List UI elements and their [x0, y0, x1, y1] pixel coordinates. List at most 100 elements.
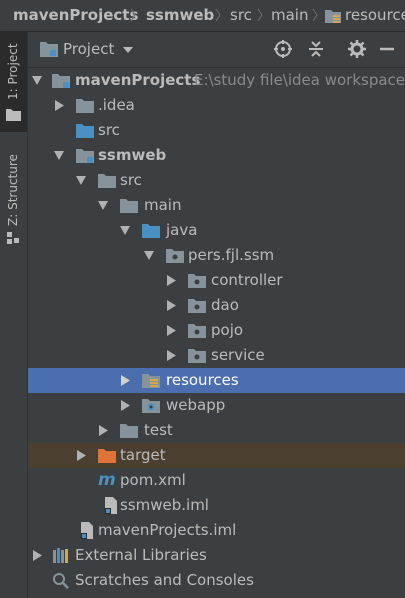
tree-node-java[interactable]: java: [28, 218, 405, 243]
expand-arrow-icon[interactable]: [98, 200, 108, 211]
tree-label: service: [211, 346, 265, 364]
expand-arrow-icon[interactable]: [54, 150, 64, 161]
tree-node-ssmweb[interactable]: ssmweb: [28, 143, 405, 168]
collapse-arrow-icon[interactable]: [98, 425, 108, 436]
tree-label: controller: [211, 271, 283, 289]
tree-label: mavenProjects: [75, 71, 201, 89]
tree-node-controller[interactable]: controller: [28, 268, 405, 293]
tree-label: target: [120, 446, 166, 464]
tree-node-resources[interactable]: resources: [28, 368, 405, 393]
collapse-arrow-icon[interactable]: [166, 300, 176, 311]
tree-label: dao: [211, 296, 239, 314]
resources-folder-icon: [142, 374, 160, 388]
navigation-bar: mavenProjects ssmweb src main resources: [0, 0, 405, 32]
chevron-right-icon: [257, 8, 263, 22]
collapse-arrow-icon[interactable]: [120, 400, 130, 411]
package-icon: [188, 274, 206, 288]
package-icon: [188, 324, 206, 338]
tree-label: pers.fjl.ssm: [188, 246, 275, 264]
project-icon: [40, 42, 58, 57]
tree-label: mavenProjects.iml: [98, 521, 237, 539]
project-tab-label: 1: Project: [6, 43, 20, 100]
collapse-arrow-icon[interactable]: [120, 375, 130, 386]
chevron-right-icon: [130, 8, 136, 22]
tree-label: src: [120, 171, 142, 189]
tree-node-maven-projects[interactable]: mavenProjects E:\study file\idea workspa…: [28, 68, 405, 93]
tree-node-src[interactable]: src: [28, 168, 405, 193]
package-icon: [166, 249, 184, 263]
maven-icon: m: [98, 470, 116, 490]
folder-icon: [98, 174, 116, 188]
tree-label: ssmweb: [98, 146, 167, 164]
target-icon[interactable]: [274, 40, 292, 58]
tree-label: ssmweb.iml: [120, 496, 209, 514]
expand-arrow-icon[interactable]: [76, 175, 86, 186]
expand-arrow-icon[interactable]: [120, 225, 130, 236]
collapse-icon[interactable]: [307, 40, 325, 58]
source-folder-icon: [76, 124, 94, 138]
chevron-right-icon: [312, 8, 318, 22]
breadcrumb-maven-projects[interactable]: mavenProjects: [13, 0, 138, 31]
tree-node-pom[interactable]: m pom.xml: [28, 468, 405, 493]
tree-label: .idea: [98, 96, 135, 114]
expand-arrow-icon[interactable]: [144, 250, 154, 261]
collapse-arrow-icon[interactable]: [76, 450, 86, 461]
folder-icon: [120, 424, 138, 438]
iml-file-icon: [105, 497, 117, 514]
collapse-arrow-icon[interactable]: [166, 325, 176, 336]
project-tool-tab[interactable]: 1: Project: [0, 32, 27, 132]
tree-label: pom.xml: [120, 471, 186, 489]
tree-node-service[interactable]: service: [28, 343, 405, 368]
module-path: E:\study file\idea workspace\: [194, 71, 405, 89]
tool-window-strip: 1: Project Z: Structure: [0, 32, 28, 598]
panel-title[interactable]: Project: [63, 32, 114, 67]
tree-label: External Libraries: [75, 546, 207, 564]
folder-icon: [76, 99, 94, 113]
breadcrumb-src[interactable]: src: [230, 0, 252, 31]
scratches-icon: [53, 573, 69, 589]
breadcrumb-main[interactable]: main: [271, 0, 308, 31]
tree-node-scratches[interactable]: Scratches and Consoles: [28, 568, 405, 593]
tree-node-root-src[interactable]: src: [28, 118, 405, 143]
collapse-arrow-icon[interactable]: [166, 350, 176, 361]
package-icon: [188, 349, 206, 363]
tree-node-package[interactable]: pers.fjl.ssm: [28, 243, 405, 268]
tree-label: resources: [166, 371, 239, 389]
structure-tab-label: Z: Structure: [6, 154, 20, 226]
tree-node-webapp[interactable]: webapp: [28, 393, 405, 418]
tree-label: Scratches and Consoles: [75, 571, 254, 589]
breadcrumb-ssmweb[interactable]: ssmweb: [146, 0, 214, 31]
collapse-arrow-icon[interactable]: [32, 550, 42, 561]
package-icon: [188, 299, 206, 313]
tree-node-module-iml[interactable]: ssmweb.iml: [28, 493, 405, 518]
tree-node-dao[interactable]: dao: [28, 293, 405, 318]
library-icon: [53, 548, 68, 563]
folder-icon: [120, 199, 138, 213]
tree-node-external-libraries[interactable]: External Libraries: [28, 543, 405, 568]
collapse-arrow-icon[interactable]: [54, 100, 64, 111]
tree-label: java: [166, 221, 198, 239]
collapse-arrow-icon[interactable]: [166, 275, 176, 286]
tree-label: test: [144, 421, 173, 439]
tree-label: main: [144, 196, 182, 214]
iml-file-icon: [81, 522, 93, 539]
structure-tool-tab[interactable]: Z: Structure: [0, 142, 27, 262]
tree-node-root-iml[interactable]: mavenProjects.iml: [28, 518, 405, 543]
expand-arrow-icon[interactable]: [32, 75, 42, 86]
tree-node-test[interactable]: test: [28, 418, 405, 443]
tree-node-main[interactable]: main: [28, 193, 405, 218]
tree-label: pojo: [211, 321, 244, 339]
folder-icon: [6, 109, 21, 121]
breadcrumb-resources[interactable]: resources: [345, 0, 405, 31]
tree-node-target[interactable]: target: [28, 443, 405, 468]
tree-node-idea[interactable]: .idea: [28, 93, 405, 118]
gear-icon[interactable]: [348, 40, 366, 58]
chevron-down-icon[interactable]: [123, 47, 133, 53]
chevron-right-icon: [215, 8, 221, 22]
tree-label: webapp: [166, 396, 226, 414]
excluded-folder-icon: [98, 449, 116, 463]
minimize-icon[interactable]: [378, 40, 396, 58]
structure-icon: [7, 232, 19, 244]
tree-node-pojo[interactable]: pojo: [28, 318, 405, 343]
resources-folder-icon: [325, 10, 341, 23]
